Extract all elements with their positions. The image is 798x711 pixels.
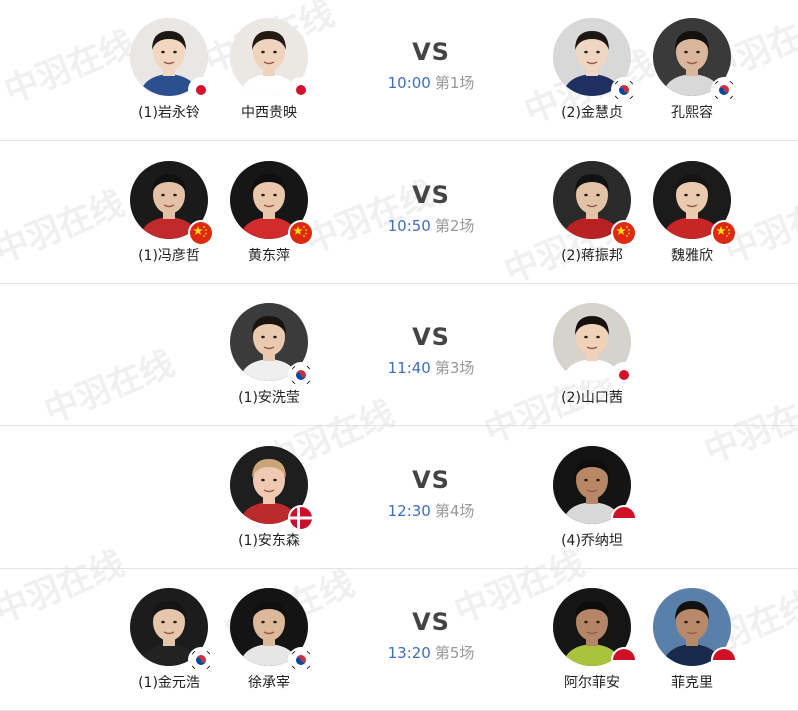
player-left[interactable]: (1)金元浩 [114, 588, 224, 692]
player-name: 孔熙容 [671, 105, 713, 121]
player-right[interactable]: (2)金慧贞 [537, 18, 647, 122]
player-name: 徐承宰 [248, 675, 290, 691]
player-left[interactable]: (1)安东森 [214, 445, 324, 550]
match-time: 13:20 [387, 644, 431, 662]
match-order: 第3场 [434, 359, 475, 377]
match-row[interactable]: (1)安东森 (4)乔纳坦 VS 12:30 第4场 [0, 428, 798, 569]
match-row[interactable]: (1)岩永铃 中西贵映 (2)金慧贞 孔熙容 VS 10:00 第1场 [0, 0, 798, 141]
china-flag-icon [288, 219, 314, 246]
vs-label: VS [412, 608, 450, 636]
match-info: VS 10:00 第1场 [356, 38, 506, 93]
japan-flag-icon [288, 77, 314, 103]
match-time: 11:40 [387, 359, 431, 377]
vs-label: VS [412, 38, 450, 66]
vs-label: VS [412, 323, 450, 351]
player-right[interactable]: 魏雅欣 [637, 160, 747, 265]
player-name: 魏雅欣 [671, 247, 713, 264]
match-time: 12:30 [387, 501, 431, 520]
korea-flag-icon [288, 647, 314, 673]
match-order: 第5场 [434, 644, 475, 662]
player-right[interactable]: (2)山口茜 [537, 303, 647, 407]
player-name: (1)金元浩 [138, 675, 200, 691]
vs-label: VS [412, 180, 450, 209]
match-schedule: 12:30 第4场 [356, 500, 506, 521]
match-time: 10:50 [387, 216, 431, 235]
player-left[interactable]: 徐承宰 [214, 588, 324, 692]
korea-flag-icon [188, 647, 214, 673]
match-info: VS 12:30 第4场 [356, 466, 506, 521]
match-schedule: 10:50 第2场 [356, 215, 506, 236]
player-name: 中西贵映 [241, 105, 297, 121]
match-info: VS 11:40 第3场 [356, 323, 506, 378]
player-left[interactable]: (1)安洗莹 [214, 303, 324, 407]
match-schedule: 10:00 第1场 [356, 72, 506, 93]
player-left[interactable]: 中西贵映 [214, 18, 324, 122]
player-right[interactable]: 菲克里 [637, 588, 747, 692]
player-name: 阿尔菲安 [564, 675, 620, 691]
player-left[interactable]: 黄东萍 [214, 160, 324, 265]
indonesia-flag-icon [611, 504, 637, 531]
match-row[interactable]: (1)安洗莹 (2)山口茜 VS 11:40 第3场 [0, 285, 798, 426]
match-info: VS 10:50 第2场 [356, 181, 506, 236]
match-schedule: 13:20 第5场 [356, 642, 506, 663]
match-order: 第4场 [434, 501, 475, 520]
player-left[interactable]: (1)冯彦哲 [114, 160, 224, 265]
japan-flag-icon [188, 77, 214, 103]
player-name: (1)冯彦哲 [138, 247, 200, 264]
player-name: (2)金慧贞 [561, 105, 623, 121]
player-name: (1)安洗莹 [238, 390, 300, 406]
player-name: (2)蒋振邦 [561, 247, 623, 264]
japan-flag-icon [611, 362, 637, 388]
player-name: 菲克里 [671, 675, 713, 691]
match-time: 10:00 [387, 74, 431, 92]
vs-label: VS [412, 465, 450, 494]
player-right[interactable]: 阿尔菲安 [537, 588, 647, 692]
match-info: VS 13:20 第5场 [356, 608, 506, 663]
player-name: (4)乔纳坦 [561, 532, 623, 549]
player-name: (2)山口茜 [561, 390, 623, 406]
match-row[interactable]: (1)金元浩 徐承宰 阿尔菲安 菲克里 VS 13:20 第5场 [0, 570, 798, 711]
match-row[interactable]: (1)冯彦哲 黄东萍 (2)蒋振邦 魏雅欣 VS 10:50 第2场 [0, 143, 798, 284]
china-flag-icon [611, 219, 637, 246]
player-right[interactable]: (4)乔纳坦 [537, 445, 647, 550]
player-right[interactable]: (2)蒋振邦 [537, 160, 647, 265]
korea-flag-icon [611, 77, 637, 103]
player-left[interactable]: (1)岩永铃 [114, 18, 224, 122]
player-right[interactable]: 孔熙容 [637, 18, 747, 122]
korea-flag-icon [288, 362, 314, 388]
player-name: (1)安东森 [238, 532, 300, 549]
korea-flag-icon [711, 77, 737, 103]
player-name: (1)岩永铃 [138, 105, 200, 121]
match-order: 第1场 [434, 74, 475, 92]
player-name: 黄东萍 [248, 247, 290, 264]
match-order: 第2场 [434, 216, 475, 235]
china-flag-icon [188, 219, 214, 246]
china-flag-icon [711, 219, 737, 246]
match-schedule: 11:40 第3场 [356, 357, 506, 378]
indonesia-flag-icon [711, 647, 737, 673]
indonesia-flag-icon [611, 647, 637, 673]
denmark-flag-icon [288, 504, 314, 531]
